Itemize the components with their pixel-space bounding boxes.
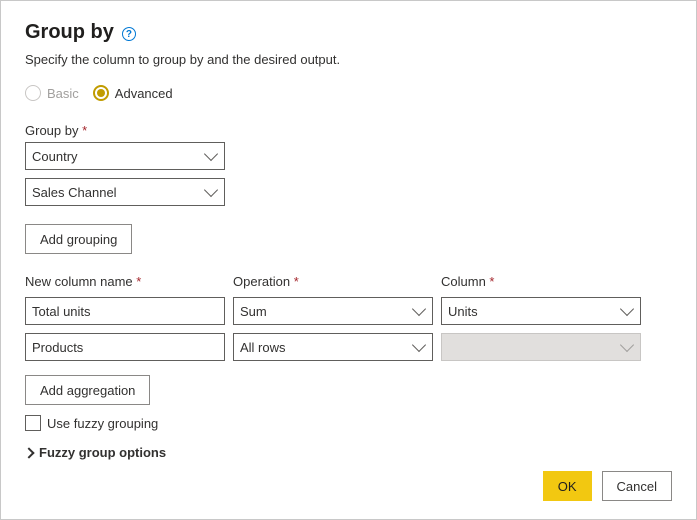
chevron-right-icon [23,447,34,458]
select-value: Sales Channel [32,185,117,200]
mode-advanced-radio[interactable]: Advanced [93,85,173,101]
ok-button[interactable]: OK [543,471,592,501]
mode-radio-group: Basic Advanced [25,85,672,101]
chevron-down-icon [620,338,634,352]
required-marker: * [82,123,87,138]
chevron-down-icon [620,302,634,316]
use-fuzzy-grouping-checkbox[interactable] [25,415,41,431]
chevron-down-icon [412,302,426,316]
new-column-name-input[interactable]: Total units [25,297,225,325]
select-value: All rows [240,340,286,355]
required-marker: * [489,274,494,289]
operation-label: Operation * [233,274,433,289]
column-select[interactable]: Units [441,297,641,325]
help-icon[interactable]: ? [122,27,136,41]
radio-dot-icon [25,85,41,101]
group-by-section: Group by * Country Sales Channel Add gro… [25,123,672,254]
group-by-dialog: Group by ? Specify the column to group b… [0,0,697,520]
group-by-column-select[interactable]: Sales Channel [25,178,225,206]
add-aggregation-button[interactable]: Add aggregation [25,375,150,405]
column-label: Column * [441,274,641,289]
input-value: Total units [32,304,91,319]
chevron-down-icon [412,338,426,352]
cancel-button[interactable]: Cancel [602,471,672,501]
mode-basic-radio[interactable]: Basic [25,85,79,101]
chevron-down-icon [204,183,218,197]
radio-dot-icon [93,85,109,101]
required-marker: * [136,274,141,289]
operation-select[interactable]: All rows [233,333,433,361]
fuzzy-group-options-label: Fuzzy group options [39,445,166,460]
add-grouping-button[interactable]: Add grouping [25,224,132,254]
chevron-down-icon [204,147,218,161]
mode-basic-label: Basic [47,86,79,101]
mode-advanced-label: Advanced [115,86,173,101]
select-value: Country [32,149,78,164]
use-fuzzy-grouping-label: Use fuzzy grouping [47,416,158,431]
fuzzy-group-options-expander[interactable]: Fuzzy group options [25,445,672,460]
new-column-name-label: New column name * [25,274,225,289]
input-value: Products [32,340,83,355]
group-by-label: Group by * [25,123,672,138]
column-select-disabled [441,333,641,361]
aggregations-section: New column name * Operation * Column * T… [25,274,672,460]
select-value: Sum [240,304,267,319]
new-column-name-input[interactable]: Products [25,333,225,361]
operation-select[interactable]: Sum [233,297,433,325]
required-marker: * [294,274,299,289]
dialog-footer: OK Cancel [543,471,672,501]
select-value: Units [448,304,478,319]
group-by-column-select[interactable]: Country [25,142,225,170]
dialog-title: Group by [25,21,114,44]
dialog-subtitle: Specify the column to group by and the d… [25,52,672,67]
